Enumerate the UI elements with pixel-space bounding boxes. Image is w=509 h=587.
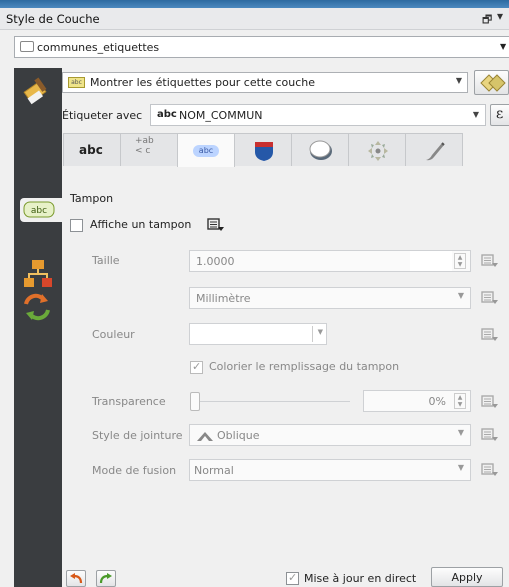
title-bar: Style de Couche 🗗 ▾ bbox=[0, 8, 509, 30]
svg-text:abc: abc bbox=[31, 206, 47, 216]
chevron-down-icon: ▼ bbox=[472, 110, 479, 119]
apply-button[interactable]: Apply bbox=[431, 567, 503, 587]
redo-button[interactable] bbox=[96, 570, 116, 587]
live-update-checkbox[interactable] bbox=[286, 571, 299, 585]
label-tabs: abc +ab < c abc bbox=[62, 133, 509, 167]
blend-mode-label: Mode de fusion bbox=[92, 464, 177, 477]
blend-mode-select[interactable]: Normal ▼ bbox=[189, 459, 471, 481]
shadow-icon bbox=[309, 140, 332, 160]
color-label: Couleur bbox=[92, 328, 135, 341]
layer-name: communes_etiquettes bbox=[37, 41, 160, 54]
chevron-down-icon: ▼ bbox=[500, 42, 507, 51]
transparency-label: Transparence bbox=[92, 395, 166, 408]
size-spinbox[interactable]: 1.0000 ▲ ▼ bbox=[189, 250, 471, 272]
join-style-select[interactable]: Oblique ▼ bbox=[189, 424, 471, 446]
size-label: Taille bbox=[92, 254, 120, 267]
data-defined-override-icon[interactable] bbox=[481, 254, 499, 268]
redo-icon bbox=[99, 573, 112, 584]
data-defined-override-icon[interactable] bbox=[481, 395, 499, 409]
spin-arrows[interactable]: ▲ ▼ bbox=[454, 253, 466, 269]
window-top-strip bbox=[0, 0, 509, 8]
transparency-slider-handle[interactable] bbox=[190, 392, 200, 411]
chevron-down-icon: ▼ bbox=[455, 76, 462, 85]
live-update-label: Mise à jour en direct bbox=[304, 572, 417, 585]
label-tag-icon: abc bbox=[68, 77, 85, 88]
tab-buffer[interactable]: abc bbox=[177, 133, 235, 167]
data-defined-override-icon[interactable] bbox=[481, 428, 499, 442]
section-title: Tampon bbox=[70, 192, 114, 205]
labels-tab[interactable]: abc bbox=[20, 198, 64, 222]
fill-buffer-label: Colorier le remplissage du tampon bbox=[209, 360, 400, 373]
brush-icon bbox=[426, 142, 445, 161]
transparency-slider-track[interactable] bbox=[200, 401, 350, 402]
history-icon[interactable] bbox=[20, 290, 56, 324]
diagrams-icon[interactable] bbox=[20, 258, 56, 292]
label-with-caption: Étiqueter avec bbox=[62, 109, 143, 122]
miter-join-icon bbox=[197, 432, 213, 441]
tab-text[interactable]: abc bbox=[63, 133, 121, 166]
data-defined-override-icon[interactable] bbox=[481, 463, 499, 477]
panel-menu-icon[interactable]: ▾ bbox=[497, 9, 503, 23]
size-value: 1.0000 bbox=[196, 255, 235, 268]
tab-shadow[interactable] bbox=[291, 133, 349, 166]
shield-icon bbox=[255, 142, 273, 161]
label-field-select[interactable]: abc NOM_COMMUN ▼ bbox=[150, 104, 486, 126]
data-defined-override-icon[interactable] bbox=[481, 291, 499, 305]
fill-buffer-checkbox[interactable] bbox=[190, 360, 203, 374]
rule-labeling-button[interactable] bbox=[474, 70, 509, 95]
chevron-down-icon: ▼ bbox=[457, 428, 464, 437]
apply-label: Apply bbox=[451, 571, 483, 584]
labels-mode-value: Montrer les étiquettes pour cette couche bbox=[90, 76, 316, 89]
chevron-down-icon: ▼ bbox=[457, 463, 464, 472]
chevron-down-icon: ▼ bbox=[457, 291, 464, 300]
undo-button[interactable] bbox=[66, 570, 86, 587]
data-defined-override-icon[interactable] bbox=[207, 218, 225, 232]
style-sidebar: abc bbox=[14, 68, 64, 587]
field-type-badge: abc bbox=[157, 109, 177, 120]
text-tab-label: abc bbox=[79, 143, 103, 157]
tab-rendering[interactable] bbox=[405, 133, 463, 166]
draw-buffer-checkbox[interactable] bbox=[70, 219, 83, 232]
color-button[interactable]: ▼ bbox=[189, 323, 327, 345]
tab-placement[interactable] bbox=[348, 133, 406, 166]
panel-title: Style de Couche bbox=[6, 12, 100, 26]
expression-button[interactable]: ε bbox=[490, 104, 509, 126]
tab-background[interactable] bbox=[234, 133, 292, 166]
transparency-value: 0% bbox=[428, 395, 446, 408]
join-style-label: Style de jointure bbox=[92, 429, 183, 442]
expression-icon: ε bbox=[496, 106, 504, 122]
undo-icon bbox=[70, 573, 83, 584]
placement-icon bbox=[368, 141, 388, 161]
data-defined-override-icon[interactable] bbox=[481, 328, 499, 342]
draw-buffer-label: Affiche un tampon bbox=[90, 218, 192, 231]
join-style-value: Oblique bbox=[217, 429, 260, 442]
layer-selector[interactable]: communes_etiquettes ▼ bbox=[14, 36, 509, 58]
tab-formatting[interactable]: +ab < c bbox=[120, 133, 178, 166]
polygon-layer-icon bbox=[20, 41, 34, 52]
float-icon[interactable]: 🗗 bbox=[482, 11, 492, 30]
size-unit-value: Millimètre bbox=[196, 292, 251, 305]
buffer-icon: abc bbox=[193, 145, 219, 157]
label-field-value: NOM_COMMUN bbox=[179, 109, 263, 122]
size-unit-select[interactable]: Millimètre ▼ bbox=[189, 287, 471, 309]
symbology-icon[interactable] bbox=[20, 74, 56, 108]
blend-mode-value: Normal bbox=[194, 464, 234, 477]
spin-arrows[interactable]: ▲ ▼ bbox=[454, 393, 466, 409]
formatting-icon: +ab < c bbox=[135, 136, 154, 156]
chevron-down-icon: ▼ bbox=[317, 328, 323, 336]
transparency-spinbox[interactable]: 0% ▲ ▼ bbox=[363, 390, 471, 412]
labels-mode-select[interactable]: abc Montrer les étiquettes pour cette co… bbox=[62, 72, 468, 93]
